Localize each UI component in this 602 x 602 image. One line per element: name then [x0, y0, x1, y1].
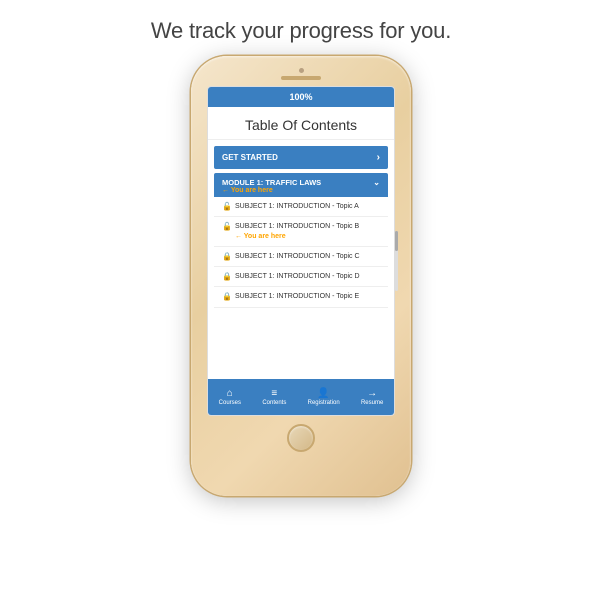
subject-item-5[interactable]: 🔒 SUBJECT 1: INTRODUCTION - Topic E [214, 287, 388, 307]
lock-icon-4: 🔒 [222, 272, 232, 281]
phone-mockup: 100% Table Of Contents GET STARTED › MOD… [191, 56, 411, 496]
phone-screen: 100% Table Of Contents GET STARTED › MOD… [207, 86, 395, 416]
get-started-button[interactable]: GET STARTED › [214, 146, 388, 169]
nav-contents-label: Contents [262, 400, 286, 406]
contents-icon: ≡ [271, 388, 277, 399]
scroll-thumb [395, 231, 398, 251]
speaker-bar [281, 76, 321, 80]
progress-text: 100% [289, 92, 312, 102]
camera-dot [299, 68, 304, 73]
registration-icon: 👤 [317, 388, 329, 399]
resume-icon: → [367, 388, 377, 399]
module-you-are-here: ← You are here [222, 187, 321, 194]
nav-resume-label: Resume [361, 400, 383, 406]
subject-text-5: SUBJECT 1: INTRODUCTION - Topic E [235, 292, 380, 301]
subject-text-3: SUBJECT 1: INTRODUCTION - Topic C [235, 252, 380, 261]
subject-text-4: SUBJECT 1: INTRODUCTION - Topic D [235, 272, 380, 281]
unlock-icon-2: 🔓 [222, 222, 232, 231]
nav-courses-label: Courses [219, 400, 241, 406]
module-header-left: MODULE 1: TRAFFIC LAWS ← You are here [222, 178, 321, 194]
scroll-indicator [395, 231, 398, 291]
toc-title: Table Of Contents [208, 107, 394, 140]
get-started-label: GET STARTED [222, 153, 278, 162]
lock-icon-5: 🔒 [222, 292, 232, 301]
subject-text-1: SUBJECT 1: INTRODUCTION - Topic A [235, 202, 380, 211]
module-header[interactable]: MODULE 1: TRAFFIC LAWS ← You are here ⌄ [214, 173, 388, 197]
arrow-icon: › [377, 152, 380, 163]
subject-you-are-here-2: ← You are here [235, 232, 380, 241]
home-button[interactable] [287, 424, 315, 452]
module-title: MODULE 1: TRAFFIC LAWS [222, 178, 321, 187]
phone-bottom [287, 424, 315, 452]
subject-item-3[interactable]: 🔒 SUBJECT 1: INTRODUCTION - Topic C [214, 247, 388, 267]
subject-item-1[interactable]: 🔓 SUBJECT 1: INTRODUCTION - Topic A [214, 197, 388, 217]
lock-icon-3: 🔒 [222, 252, 232, 261]
subject-text-2: SUBJECT 1: INTRODUCTION - Topic B ← You … [235, 222, 380, 241]
nav-courses[interactable]: ⌂ Courses [219, 388, 241, 406]
phone-top-bar [201, 68, 401, 80]
subject-item-2[interactable]: 🔓 SUBJECT 1: INTRODUCTION - Topic B ← Yo… [214, 217, 388, 247]
courses-icon: ⌂ [227, 388, 233, 399]
nav-resume[interactable]: → Resume [361, 388, 383, 406]
screen-content: Table Of Contents GET STARTED › MODULE 1… [208, 107, 394, 379]
progress-bar: 100% [208, 87, 394, 107]
bottom-navigation: ⌂ Courses ≡ Contents 👤 Registration → Re… [208, 379, 394, 415]
subject-item-4[interactable]: 🔒 SUBJECT 1: INTRODUCTION - Topic D [214, 267, 388, 287]
nav-contents[interactable]: ≡ Contents [262, 388, 286, 406]
module-chevron-icon: ⌄ [373, 178, 380, 187]
nav-registration[interactable]: 👤 Registration [308, 388, 340, 406]
unlock-icon-1: 🔓 [222, 202, 232, 211]
page-headline: We track your progress for you. [151, 18, 451, 44]
nav-registration-label: Registration [308, 400, 340, 406]
toc-list: GET STARTED › MODULE 1: TRAFFIC LAWS ← Y… [208, 140, 394, 379]
